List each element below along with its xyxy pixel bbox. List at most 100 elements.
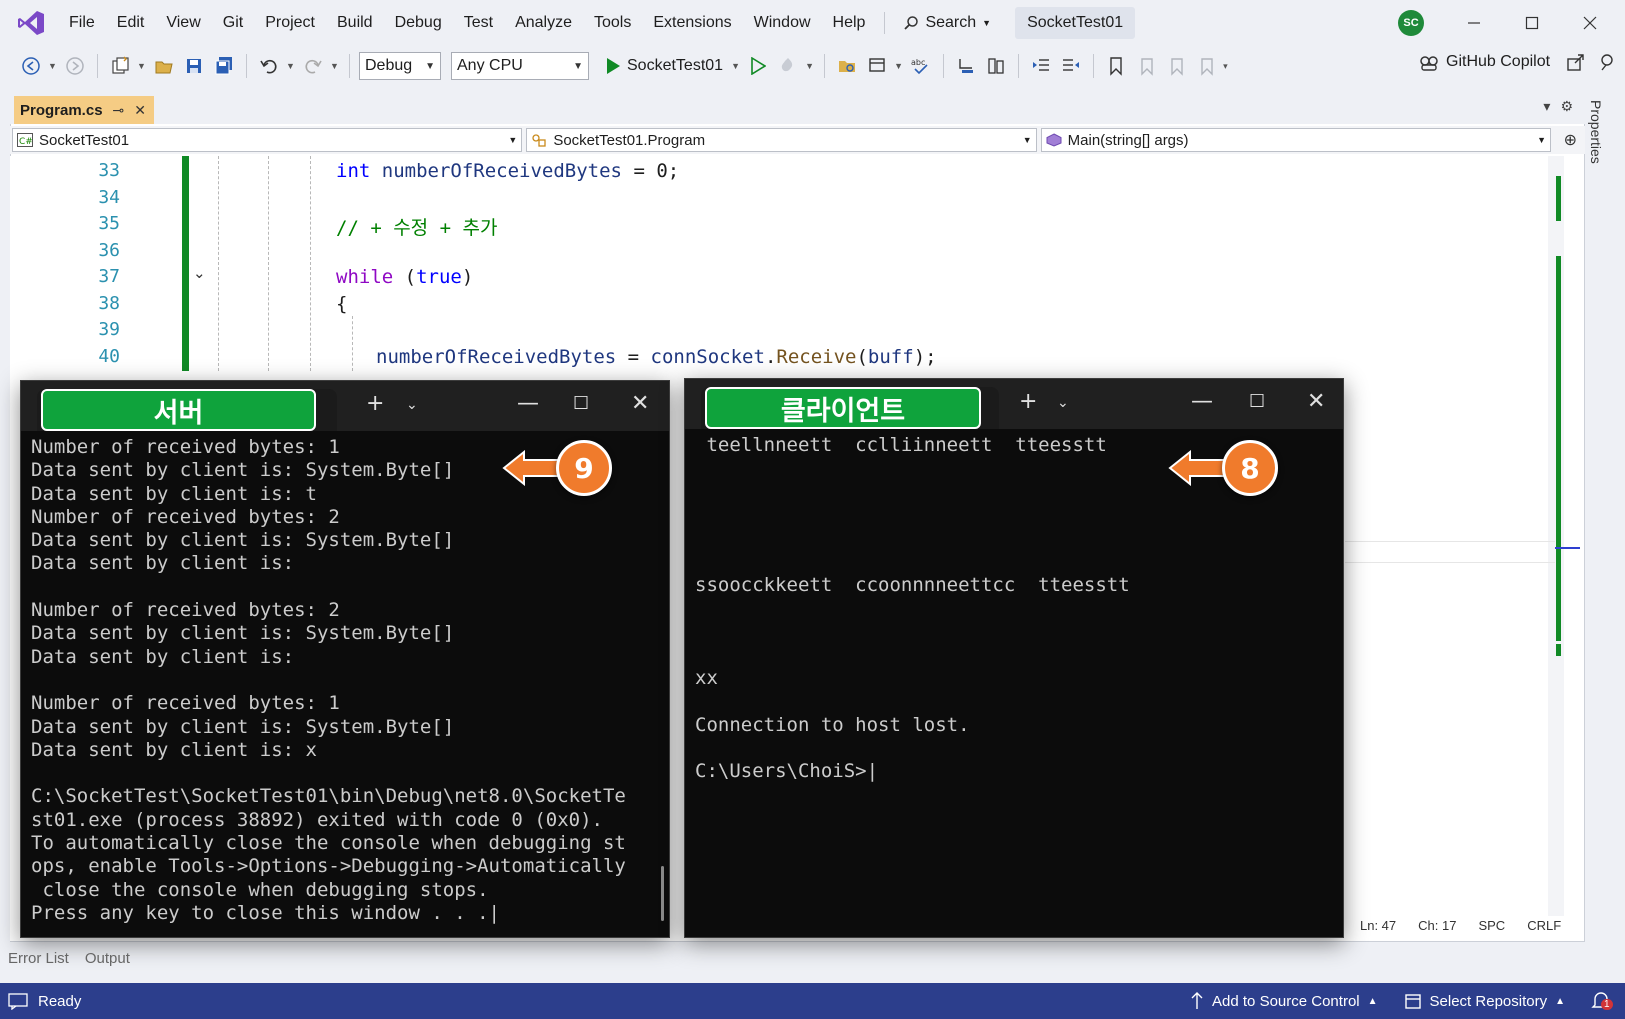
chevron-down-icon[interactable]: ⌄: [406, 397, 418, 413]
minimize-button[interactable]: [1454, 8, 1494, 38]
outdent-button[interactable]: [1058, 53, 1084, 79]
window-layout-button[interactable]: [864, 53, 890, 79]
line-ending[interactable]: CRLF: [1527, 918, 1561, 933]
open-file-button[interactable]: [151, 53, 177, 79]
close-button[interactable]: [1570, 8, 1610, 38]
menu-tools[interactable]: Tools: [583, 0, 642, 46]
minimize-icon[interactable]: —: [517, 391, 539, 416]
start-without-debugging-button[interactable]: [745, 53, 771, 79]
menu-git[interactable]: Git: [212, 0, 254, 46]
menu-view[interactable]: View: [155, 0, 211, 46]
spell-check-button[interactable]: abc: [908, 53, 934, 79]
console-tab[interactable]: 클라이언트: [701, 387, 999, 429]
new-tab-icon[interactable]: +: [366, 391, 384, 416]
clear-bookmarks-button[interactable]: [1193, 53, 1219, 79]
scroll-change-marker: [1556, 176, 1561, 221]
redo-button[interactable]: [300, 53, 326, 79]
indent-button[interactable]: [1028, 53, 1054, 79]
save-button[interactable]: [181, 53, 207, 79]
configuration-value: Debug: [365, 57, 413, 74]
gear-icon[interactable]: ⚙: [1560, 98, 1573, 115]
tab-error-list[interactable]: Error List: [8, 950, 69, 967]
project-navigation-select[interactable]: C# SocketTest01 ▼: [12, 128, 523, 152]
new-tab-icon[interactable]: +: [1019, 389, 1037, 414]
chevron-down-icon[interactable]: ⌄: [1057, 395, 1069, 411]
console-line: Number of received bytes: 1: [31, 692, 340, 715]
menu-test[interactable]: Test: [453, 0, 504, 46]
visual-studio-logo-icon[interactable]: [16, 8, 46, 38]
search-label: Search: [925, 14, 977, 31]
editor-scrollbar[interactable]: [1548, 156, 1564, 916]
member-navigation-select[interactable]: Main(string[] args) ▼: [1040, 128, 1551, 152]
maximize-icon[interactable]: ☐: [573, 393, 589, 414]
tab-output[interactable]: Output: [85, 950, 130, 967]
hot-reload-button[interactable]: [775, 53, 801, 79]
console-line: Data sent by client is:: [31, 552, 295, 575]
menu-build[interactable]: Build: [326, 0, 384, 46]
step-into-button[interactable]: [953, 53, 979, 79]
column-number[interactable]: Ch: 17: [1418, 918, 1456, 933]
notifications-button[interactable]: 1: [1591, 991, 1613, 1011]
chevron-down-icon[interactable]: ▼: [330, 61, 340, 71]
back-button[interactable]: [18, 53, 44, 79]
chevron-up-icon: ▲: [1555, 995, 1565, 1007]
menu-project[interactable]: Project: [254, 0, 326, 46]
feedback-icon[interactable]: [1598, 52, 1618, 72]
console-scrollbar[interactable]: [661, 866, 664, 921]
pin-icon[interactable]: ⊸: [113, 102, 125, 119]
chevron-down-icon[interactable]: ▼: [48, 61, 58, 71]
select-repository-button[interactable]: Select Repository ▲: [1404, 992, 1565, 1010]
share-icon[interactable]: [1566, 52, 1586, 72]
maximize-icon[interactable]: ☐: [1249, 391, 1265, 412]
tab-program-cs[interactable]: Program.cs ⊸ ✕: [14, 96, 155, 124]
chevron-down-icon[interactable]: ▼: [286, 61, 296, 71]
toolbar-overflow-icon[interactable]: ▾: [1223, 61, 1233, 72]
menu-extensions[interactable]: Extensions: [642, 0, 742, 46]
client-console-output[interactable]: teellnneett cclliinneett tteesstt ssoocck…: [685, 429, 1343, 937]
chevron-down-icon[interactable]: ▼: [731, 61, 741, 71]
tab-dropdown-icon[interactable]: ▾: [1543, 98, 1550, 115]
toggle-bookmark-button[interactable]: [1103, 53, 1129, 79]
start-debugging-button[interactable]: SocketTest01: [601, 57, 727, 75]
type-navigation-select[interactable]: SocketTest01.Program ▼: [526, 128, 1037, 152]
toggle-panel-button[interactable]: [983, 53, 1009, 79]
menu-edit[interactable]: Edit: [106, 0, 156, 46]
avatar[interactable]: SC: [1398, 10, 1424, 36]
menu-file[interactable]: File: [58, 0, 106, 46]
chevron-down-icon[interactable]: ▼: [137, 61, 147, 71]
solution-platform-select[interactable]: Any CPU ▼: [451, 52, 589, 80]
whitespace-mode[interactable]: SPC: [1478, 918, 1505, 933]
forward-button[interactable]: [62, 53, 88, 79]
save-all-button[interactable]: [211, 53, 237, 79]
properties-tab[interactable]: Properties: [1588, 100, 1604, 164]
close-icon[interactable]: ✕: [631, 391, 649, 416]
github-copilot-button[interactable]: GitHub Copilot: [1418, 52, 1618, 72]
solution-configuration-select[interactable]: Debug ▼: [359, 52, 441, 80]
split-editor-icon[interactable]: ⊕: [1564, 130, 1577, 150]
menu-analyze[interactable]: Analyze: [504, 0, 583, 46]
close-icon[interactable]: ✕: [1307, 389, 1325, 414]
menu-help[interactable]: Help: [822, 0, 877, 46]
menu-debug[interactable]: Debug: [384, 0, 453, 46]
browse-folder-button[interactable]: [834, 53, 860, 79]
search-box[interactable]: Search ▼: [893, 14, 1001, 32]
chevron-down-icon[interactable]: ▼: [894, 61, 904, 71]
collapse-toggle-icon[interactable]: ⌄: [193, 264, 206, 282]
server-console-output[interactable]: Number of received bytes: 1 Data sent by …: [21, 431, 669, 937]
console-tab[interactable]: 서버: [37, 389, 337, 431]
undo-button[interactable]: [256, 53, 282, 79]
bookmark-icon: [1110, 57, 1122, 76]
menu-window[interactable]: Window: [743, 0, 822, 46]
close-tab-icon[interactable]: ✕: [134, 102, 146, 119]
chevron-down-icon[interactable]: ▼: [805, 61, 815, 71]
previous-bookmark-button[interactable]: [1133, 53, 1159, 79]
minimize-icon[interactable]: —: [1191, 389, 1213, 414]
svg-text:abc: abc: [911, 58, 925, 67]
next-bookmark-button[interactable]: [1163, 53, 1189, 79]
new-project-button[interactable]: [107, 53, 133, 79]
line-number[interactable]: Ln: 47: [1360, 918, 1396, 933]
maximize-button[interactable]: [1512, 8, 1552, 38]
add-to-source-control-button[interactable]: Add to Source Control ▲: [1190, 992, 1378, 1010]
